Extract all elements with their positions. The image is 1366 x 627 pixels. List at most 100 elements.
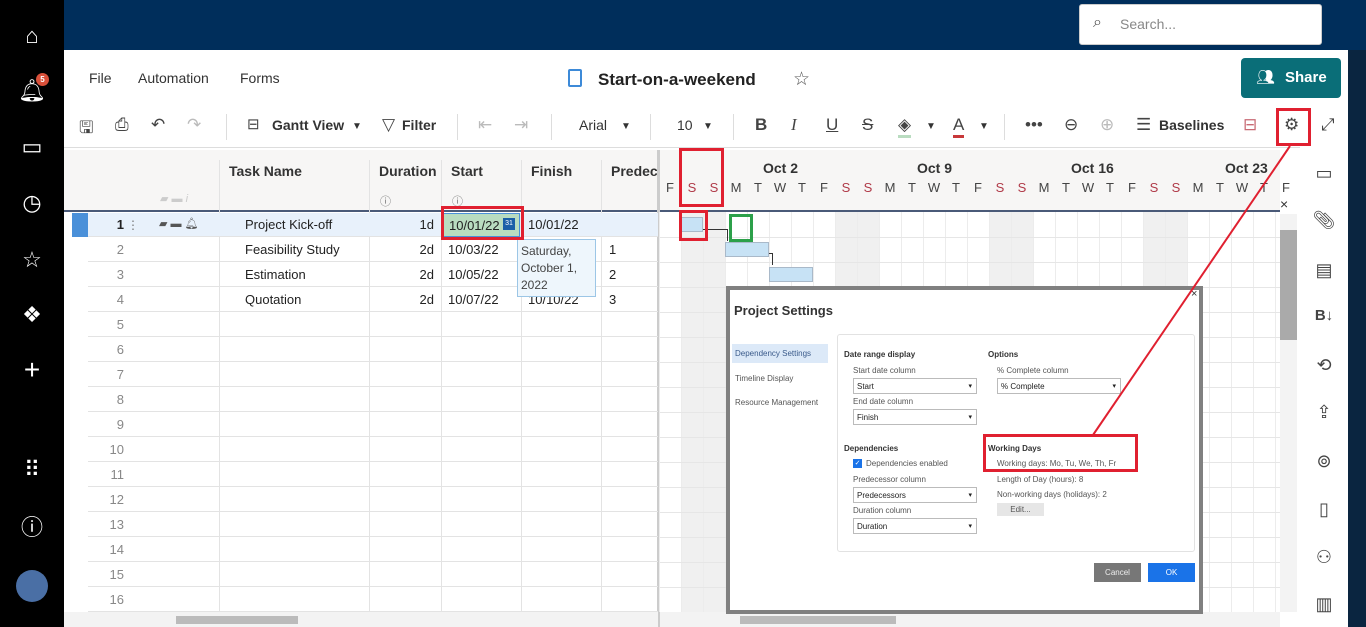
- menu-forms[interactable]: Forms: [240, 70, 280, 86]
- column-header-predecessors[interactable]: Predece: [611, 163, 657, 179]
- duration-cell[interactable]: 2d: [370, 242, 434, 257]
- font-selector[interactable]: Arial: [579, 117, 607, 133]
- home-icon[interactable]: ⌂: [18, 22, 46, 50]
- fill-color-icon[interactable]: ◈: [898, 115, 912, 138]
- column-header-start[interactable]: Start: [451, 163, 483, 179]
- forms-icon[interactable]: ▯: [1310, 499, 1338, 525]
- comments-icon[interactable]: ▭: [1310, 163, 1338, 189]
- chevron-down-icon[interactable]: ▼: [352, 121, 362, 132]
- menu-file[interactable]: File: [89, 70, 112, 86]
- resource-icon[interactable]: ⚇: [1310, 547, 1338, 573]
- apps-grid-icon[interactable]: ⠿: [18, 456, 46, 484]
- dependencies-checkbox[interactable]: ✓: [853, 459, 862, 468]
- outdent-icon[interactable]: ⇤: [478, 115, 492, 135]
- chevron-down-icon[interactable]: ▼: [979, 121, 989, 132]
- folder-icon[interactable]: ▭: [18, 133, 46, 161]
- chevron-down-icon[interactable]: ▼: [926, 121, 936, 132]
- more-icon[interactable]: •••: [1025, 115, 1043, 135]
- zoom-in-icon[interactable]: ⊕: [1100, 115, 1114, 135]
- duration-select[interactable]: Duration: [853, 518, 977, 534]
- close-icon[interactable]: ×: [1280, 196, 1288, 212]
- duration-cell[interactable]: 2d: [370, 292, 434, 307]
- table-row[interactable]: 12: [88, 487, 658, 512]
- row-menu-icon[interactable]: ⋮: [127, 218, 139, 232]
- critical-path-icon[interactable]: ⊟: [1243, 115, 1257, 135]
- summary-chart-icon[interactable]: ▥: [1310, 594, 1338, 620]
- task-name-cell[interactable]: Estimation: [245, 267, 306, 282]
- gantt-bar-estimation[interactable]: [769, 267, 813, 282]
- print-icon[interactable]: ⎙: [115, 115, 129, 135]
- star-icon[interactable]: ☆: [18, 246, 46, 274]
- predecessors-cell[interactable]: 3: [609, 292, 616, 307]
- predecessor-select[interactable]: Predecessors: [853, 487, 977, 503]
- underline-icon[interactable]: U: [826, 115, 838, 135]
- scrollbar-thumb[interactable]: [176, 616, 298, 624]
- table-row[interactable]: 10: [88, 437, 658, 462]
- duration-cell[interactable]: 1d: [370, 217, 434, 232]
- table-row[interactable]: 5: [88, 312, 658, 337]
- vertical-scrollbar[interactable]: [1280, 214, 1297, 612]
- menu-automation[interactable]: Automation: [138, 70, 209, 86]
- column-header-finish[interactable]: Finish: [531, 163, 572, 179]
- filter-button[interactable]: Filter: [402, 117, 436, 133]
- table-row[interactable]: 7: [88, 362, 658, 387]
- table-row[interactable]: 11: [88, 462, 658, 487]
- predecessors-cell[interactable]: 1: [609, 242, 616, 257]
- save-icon[interactable]: 🖫: [79, 115, 93, 144]
- pct-complete-select[interactable]: % Complete: [997, 378, 1121, 394]
- proofs-icon[interactable]: ▤: [1310, 260, 1338, 286]
- bold-icon[interactable]: B: [755, 115, 767, 135]
- expand-icon[interactable]: ⤢: [1321, 115, 1335, 135]
- solutions-icon[interactable]: ❖: [18, 301, 46, 329]
- table-row[interactable]: 9: [88, 412, 658, 437]
- font-size-selector[interactable]: 10: [677, 117, 693, 133]
- baselines-button[interactable]: Baselines: [1159, 117, 1224, 133]
- tab-resource-management[interactable]: Resource Management: [735, 398, 818, 407]
- column-header-task-name[interactable]: Task Name: [229, 163, 302, 179]
- start-cell[interactable]: 10/07/22: [448, 292, 499, 307]
- table-row[interactable]: 8: [88, 387, 658, 412]
- publish-icon[interactable]: ⇪: [1310, 402, 1338, 428]
- start-cell[interactable]: 10/05/22: [448, 267, 499, 282]
- tab-timeline-display[interactable]: Timeline Display: [735, 374, 793, 383]
- column-header-duration[interactable]: Duration: [379, 163, 437, 179]
- scrollbar-thumb[interactable]: [1280, 230, 1297, 340]
- gantt-bar-feasibility-study[interactable]: [725, 242, 769, 257]
- task-name-cell[interactable]: Feasibility Study: [245, 242, 340, 257]
- predecessors-cell[interactable]: 2: [609, 267, 616, 282]
- avatar[interactable]: [16, 570, 48, 602]
- strikethrough-icon[interactable]: S: [862, 115, 873, 135]
- search-input[interactable]: Search...: [1079, 4, 1322, 45]
- update-requests-icon[interactable]: ⟲: [1310, 355, 1338, 381]
- finish-cell[interactable]: 10/01/22: [528, 217, 579, 232]
- table-row[interactable]: 15: [88, 562, 658, 587]
- gantt-horizontal-scrollbar[interactable]: [660, 612, 1280, 627]
- start-cell[interactable]: 10/03/22: [448, 242, 499, 257]
- start-date-select[interactable]: Start: [853, 378, 977, 394]
- scrollbar-thumb[interactable]: [740, 616, 896, 624]
- edit-button[interactable]: Edit...: [997, 503, 1044, 516]
- italic-icon[interactable]: I: [791, 115, 797, 135]
- info-icon[interactable]: ⓘ: [380, 193, 391, 209]
- row-action-icons[interactable]: ▰ ▬ 🔔︎: [159, 217, 199, 230]
- close-icon[interactable]: ×: [1191, 288, 1197, 300]
- table-row[interactable]: 14: [88, 537, 658, 562]
- clock-icon[interactable]: ◷: [18, 189, 46, 217]
- ok-button[interactable]: OK: [1148, 563, 1195, 582]
- chevron-down-icon[interactable]: ▼: [703, 121, 713, 132]
- help-icon[interactable]: ⓘ: [18, 514, 46, 542]
- plus-icon[interactable]: +: [18, 356, 46, 384]
- tab-dependency-settings[interactable]: Dependency Settings: [732, 344, 828, 363]
- sheet-title[interactable]: Start-on-a-weekend: [598, 70, 756, 90]
- cancel-button[interactable]: Cancel: [1094, 563, 1141, 582]
- view-selector[interactable]: Gantt View: [272, 117, 344, 133]
- activity-log-icon[interactable]: ⊚: [1310, 451, 1338, 477]
- chevron-down-icon[interactable]: ▼: [621, 121, 631, 132]
- table-row[interactable]: 16: [88, 587, 658, 612]
- task-name-cell[interactable]: Project Kick-off: [245, 217, 332, 232]
- end-date-select[interactable]: Finish: [853, 409, 977, 425]
- favorite-star-icon[interactable]: ☆: [793, 68, 810, 91]
- indent-icon[interactable]: ⇥: [514, 115, 528, 135]
- attachment-icon[interactable]: 📎︎: [1310, 210, 1338, 236]
- table-row[interactable]: 13: [88, 512, 658, 537]
